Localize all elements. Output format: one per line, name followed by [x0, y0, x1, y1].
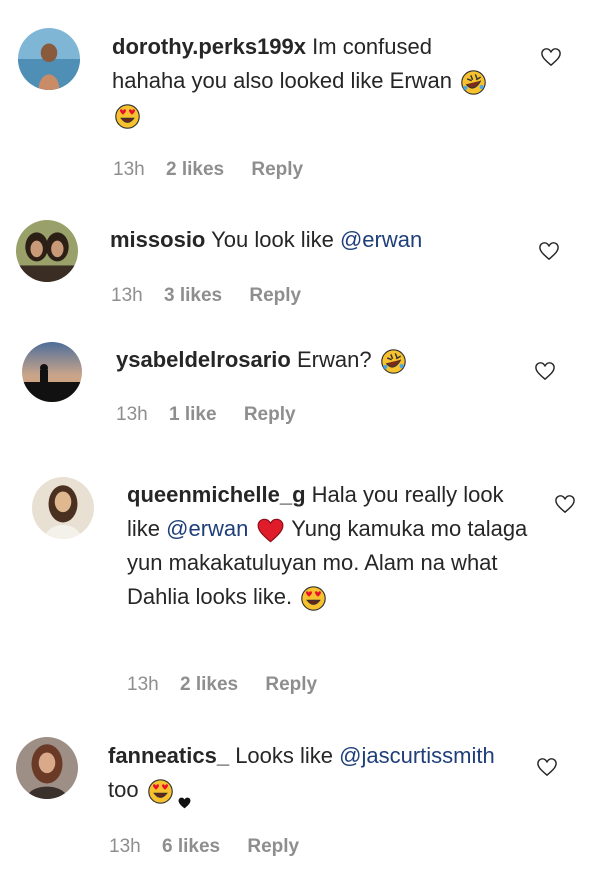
avatar[interactable]: [16, 737, 78, 799]
avatar[interactable]: [18, 28, 80, 90]
comment-text-continued: too: [108, 777, 139, 802]
username[interactable]: queenmichelle_g: [127, 482, 306, 507]
username[interactable]: missosio: [110, 227, 205, 252]
avatar[interactable]: [32, 477, 94, 539]
mention-link[interactable]: @jascurtissmith: [339, 743, 495, 768]
avatar-photo-icon: [18, 28, 80, 90]
likes-count[interactable]: 6 likes: [162, 836, 220, 857]
username[interactable]: fanneatics_: [108, 743, 229, 768]
avatar-photo-icon: [16, 737, 78, 799]
like-heart-icon[interactable]: [538, 241, 560, 261]
likes-count[interactable]: 3 likes: [164, 285, 222, 306]
comment-meta: 13h 2 likes Reply: [127, 674, 339, 696]
heart-eyes-emoji: [147, 778, 174, 805]
mention-link[interactable]: @erwan: [166, 516, 248, 541]
black-heart-emoji: [178, 785, 191, 797]
avatar-photo-icon: [22, 342, 82, 402]
avatar-photo-icon: [16, 220, 78, 282]
comment-body: fanneatics_ Looks like @jascurtissmith t…: [108, 739, 508, 807]
comment-text: You look like: [211, 227, 334, 252]
username[interactable]: ysabeldelrosario: [116, 347, 291, 372]
likes-count[interactable]: 2 likes: [180, 674, 238, 695]
comment-meta: 13h 3 likes Reply: [111, 285, 323, 307]
reply-button[interactable]: Reply: [247, 836, 299, 857]
avatar[interactable]: [22, 342, 82, 402]
reply-button[interactable]: Reply: [251, 159, 303, 180]
like-heart-icon[interactable]: [534, 361, 556, 381]
heart-eyes-emoji: [114, 103, 141, 130]
comment-body: ysabeldelrosario Erwan?: [116, 343, 526, 377]
heart-eyes-emoji: [300, 585, 327, 612]
comment-body: missosio You look like @erwan: [110, 223, 530, 257]
reply-button[interactable]: Reply: [244, 404, 296, 425]
comment-meta: 13h 6 likes Reply: [109, 836, 321, 858]
comment-meta: 13h 2 likes Reply: [113, 159, 325, 181]
timestamp: 13h: [111, 285, 143, 306]
likes-count[interactable]: 1 like: [169, 404, 217, 425]
like-heart-icon[interactable]: [554, 494, 576, 514]
timestamp: 13h: [113, 159, 145, 180]
timestamp: 13h: [116, 404, 148, 425]
username[interactable]: dorothy.perks199x: [112, 34, 306, 59]
comment-text: Erwan?: [297, 347, 372, 372]
reply-button[interactable]: Reply: [265, 674, 317, 695]
rolling-on-floor-laughing-emoji: [380, 348, 407, 375]
comment-text: Looks like: [235, 743, 334, 768]
likes-count[interactable]: 2 likes: [166, 159, 224, 180]
mention-link[interactable]: @erwan: [340, 227, 422, 252]
comment-meta: 13h 1 like Reply: [116, 404, 318, 426]
avatar-photo-icon: [32, 477, 94, 539]
avatar[interactable]: [16, 220, 78, 282]
like-heart-icon[interactable]: [536, 757, 558, 777]
comment-body: dorothy.perks199x Im confused hahaha you…: [112, 30, 502, 132]
reply-button[interactable]: Reply: [249, 285, 301, 306]
like-heart-icon[interactable]: [540, 47, 562, 67]
red-heart-emoji: [257, 517, 284, 544]
timestamp: 13h: [109, 836, 141, 857]
timestamp: 13h: [127, 674, 159, 695]
comment-body: queenmichelle_g Hala you really look lik…: [127, 478, 537, 614]
rolling-on-floor-laughing-emoji: [460, 69, 487, 96]
